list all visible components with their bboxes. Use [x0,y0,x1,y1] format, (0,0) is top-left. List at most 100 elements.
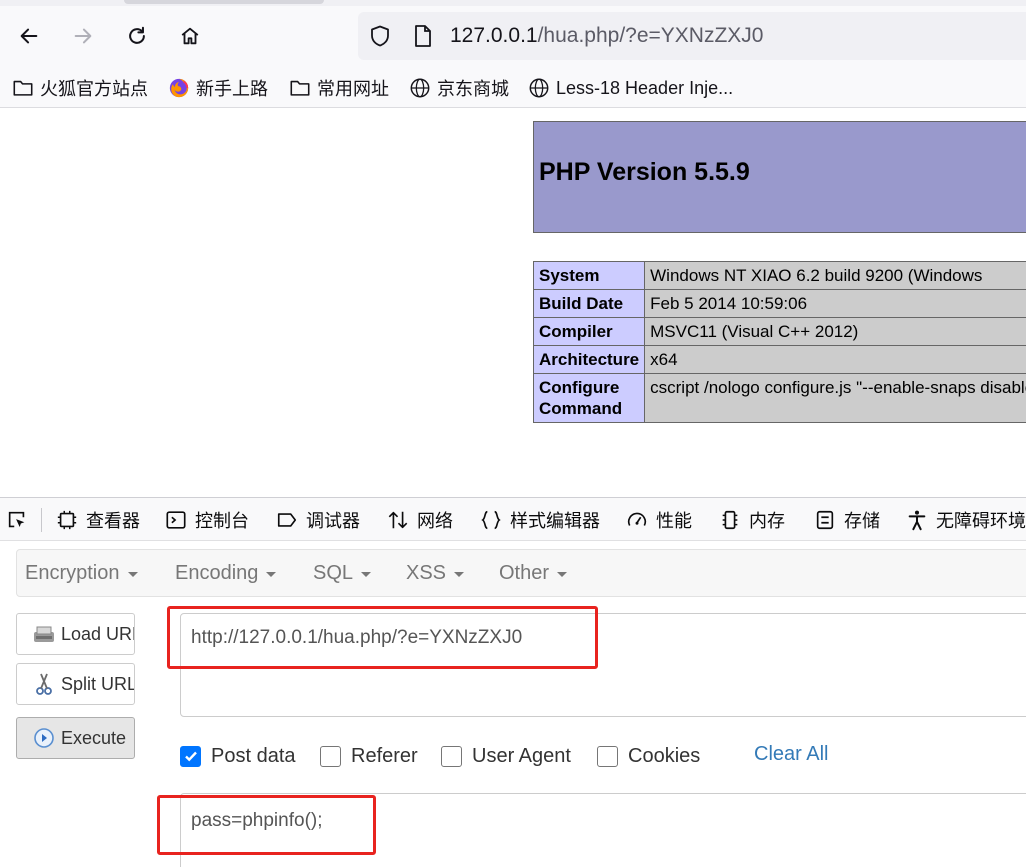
user-agent-option[interactable]: User Agent [441,743,571,769]
folder-icon [290,80,310,96]
tab-label: 性能 [656,511,692,531]
row-key: Compiler [532,317,646,346]
bookmark-firefox-official[interactable]: 火狐官方站点 [12,76,148,100]
php-version-title: PHP Version 5.5.9 [539,158,750,186]
post-value: pass=phpinfo(); [191,810,323,831]
page-info-icon[interactable] [412,24,434,48]
tab-style-editor[interactable]: 样式编辑器 [480,507,600,533]
menu-label: SQL [313,562,354,584]
option-label: Referer [351,744,418,767]
row-value: Windows NT XIAO 6.2 build 9200 (Windows [644,261,1026,290]
url-textarea[interactable]: http://127.0.0.1/hua.php/?e=YXNzZXJ0 [180,613,1026,717]
caret-down-icon [454,572,465,577]
tab-performance[interactable]: 性能 [626,507,692,533]
caret-down-icon [127,572,138,577]
performance-icon [627,512,647,526]
referer-checkbox[interactable] [320,745,341,767]
caret-down-icon [361,572,372,577]
menu-sql[interactable]: SQL [313,562,372,585]
accessibility-icon [908,510,926,531]
button-label: Split URL [61,673,135,694]
active-tab-edge[interactable] [124,0,324,4]
menu-encoding[interactable]: Encoding [175,562,277,585]
referer-option[interactable]: Referer [320,743,418,769]
bookmark-label: 新手上路 [196,79,268,99]
menu-xss[interactable]: XSS [406,562,465,585]
tab-label: 网络 [417,511,453,531]
tab-label: 无障碍环境 [936,511,1026,531]
cookies-option[interactable]: Cookies [597,743,700,769]
row-key: Configure Command [532,373,646,423]
user-agent-checkbox[interactable] [441,745,462,767]
tab-debugger[interactable]: 调试器 [276,507,360,533]
option-label: User Agent [472,744,571,767]
caret-down-icon [557,572,568,577]
menu-other[interactable]: Other [499,562,568,585]
element-picker-button[interactable] [6,507,28,533]
tab-label: 控制台 [195,511,249,531]
debugger-icon [277,513,297,527]
option-label: Post data [211,744,296,767]
element-picker-icon [8,511,25,528]
post-data-checkbox[interactable] [180,745,201,767]
network-icon [388,511,408,529]
cookies-checkbox[interactable] [597,745,618,767]
inspector-icon [57,510,77,530]
tab-network[interactable]: 网络 [387,507,453,533]
tab-storage[interactable]: 存储 [814,507,880,533]
menu-label: Other [499,562,550,584]
phpinfo-table: System Windows NT XIAO 6.2 build 9200 (W… [532,261,1026,423]
tab-console[interactable]: 控制台 [165,507,249,533]
bookmark-less-18[interactable]: Less-18 Header Inje... [528,76,733,100]
address-text[interactable]: 127.0.0.1/hua.php/?e=YXNzZXJ0 [450,24,764,48]
row-value: x64 [644,345,1026,374]
devtools-toolbar: 查看器 控制台 调试器 网络 样式编辑器 性能 内存 存储 无障碍环境 [0,497,1026,541]
checkmark-icon [184,751,197,762]
globe-icon [410,78,430,98]
button-label: Execute [61,727,127,748]
storage-icon [816,510,834,530]
bookmarks-toolbar: 火狐官方站点 新手上路 常用网址 京东商城 Less-18 Header Inj… [0,68,1026,108]
bookmark-getting-started[interactable]: 新手上路 [168,76,268,100]
scissors-icon [36,673,52,695]
tab-inspector[interactable]: 查看器 [56,507,140,533]
url-value: http://127.0.0.1/hua.php/?e=YXNzZXJ0 [191,627,523,648]
toolbar-separator [41,508,42,532]
table-row: Configure Command cscript /nologo config… [532,373,1026,423]
home-button[interactable] [175,21,205,51]
table-row: Build Date Feb 5 2014 10:59:06 [532,289,1026,318]
bookmark-label: 火狐官方站点 [40,79,148,99]
bookmark-label: 常用网址 [317,79,389,99]
back-button[interactable] [14,21,44,51]
bookmark-label: 京东商城 [437,79,509,99]
page-content: PHP Version 5.5.9 System Windows NT XIAO… [0,109,1026,497]
option-label: Cookies [628,744,701,767]
address-bar[interactable]: 127.0.0.1/hua.php/?e=YXNzZXJ0 [358,12,1026,60]
bookmark-jd-mall[interactable]: 京东商城 [409,76,509,100]
menu-encryption[interactable]: Encryption [25,562,138,585]
split-url-button[interactable]: Split URL [16,663,135,705]
menu-label: Encoding [175,562,259,584]
bookmark-label: Less-18 Header Inje... [556,77,734,98]
execute-button[interactable]: Execute [16,717,135,759]
forward-button[interactable] [68,21,98,51]
table-row: Compiler MSVC11 (Visual C++ 2012) [532,317,1026,346]
tab-accessibility[interactable]: 无障碍环境 [906,507,1026,533]
memory-icon [722,510,738,530]
load-url-button[interactable]: Load URL [16,613,135,655]
tab-label: 存储 [844,511,880,531]
menu-label: Encryption [25,562,120,584]
bookmark-common-sites[interactable]: 常用网址 [289,76,389,100]
shield-icon[interactable] [368,24,392,48]
post-data-option[interactable]: Post data [180,743,296,769]
tab-memory[interactable]: 内存 [719,507,785,533]
navigation-toolbar: 127.0.0.1/hua.php/?e=YXNzZXJ0 [0,6,1026,68]
row-key: System [532,261,646,290]
folder-icon [13,80,33,96]
post-data-textarea[interactable]: pass=phpinfo(); [180,793,1026,867]
button-label: Load URL [61,623,135,644]
caret-down-icon [266,572,277,577]
clear-all-link[interactable]: Clear All [754,743,828,766]
reload-button[interactable] [122,21,152,51]
tab-label: 样式编辑器 [510,511,600,531]
